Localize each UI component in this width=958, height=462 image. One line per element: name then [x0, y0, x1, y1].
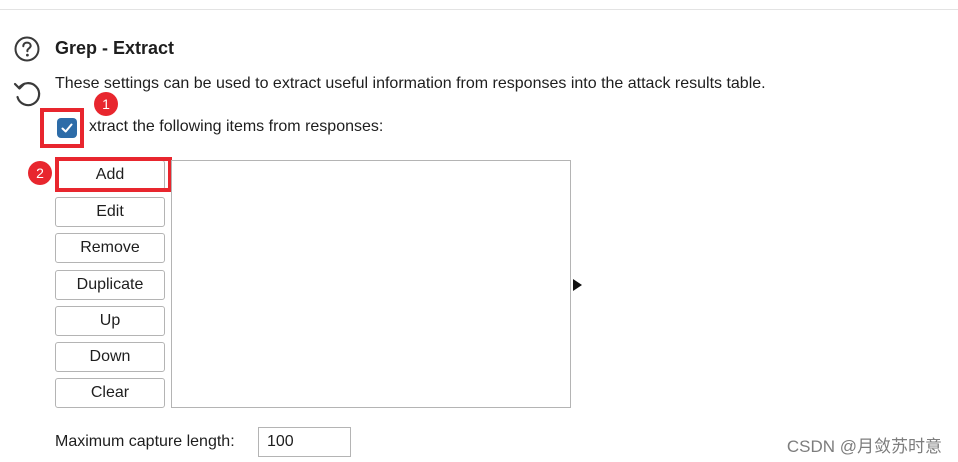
top-divider — [0, 9, 958, 10]
max-capture-input[interactable] — [258, 427, 351, 457]
extract-checkbox-label[interactable]: xtract the following items from response… — [89, 118, 383, 136]
down-button[interactable]: Down — [55, 342, 165, 372]
remove-button[interactable]: Remove — [55, 233, 165, 263]
restore-defaults-icon[interactable] — [12, 78, 42, 108]
extract-items-list[interactable] — [171, 160, 571, 408]
watermark: CSDN @月敛苏时意 — [786, 437, 942, 456]
section-title: Grep - Extract — [55, 38, 175, 58]
edit-button[interactable]: Edit — [55, 197, 165, 227]
expand-arrow-icon[interactable] — [573, 279, 582, 291]
annotation-box-checkbox — [40, 108, 84, 148]
up-button[interactable]: Up — [55, 306, 165, 336]
section-description: These settings can be used to extract us… — [55, 75, 766, 92]
clear-button[interactable]: Clear — [55, 378, 165, 408]
max-capture-label: Maximum capture length: — [55, 433, 235, 450]
annotation-badge-2: 2 — [28, 161, 52, 185]
annotation-badge-1: 1 — [94, 92, 118, 116]
help-circle-icon[interactable] — [14, 36, 40, 62]
duplicate-button[interactable]: Duplicate — [55, 270, 165, 300]
add-button[interactable]: Add — [55, 160, 165, 190]
